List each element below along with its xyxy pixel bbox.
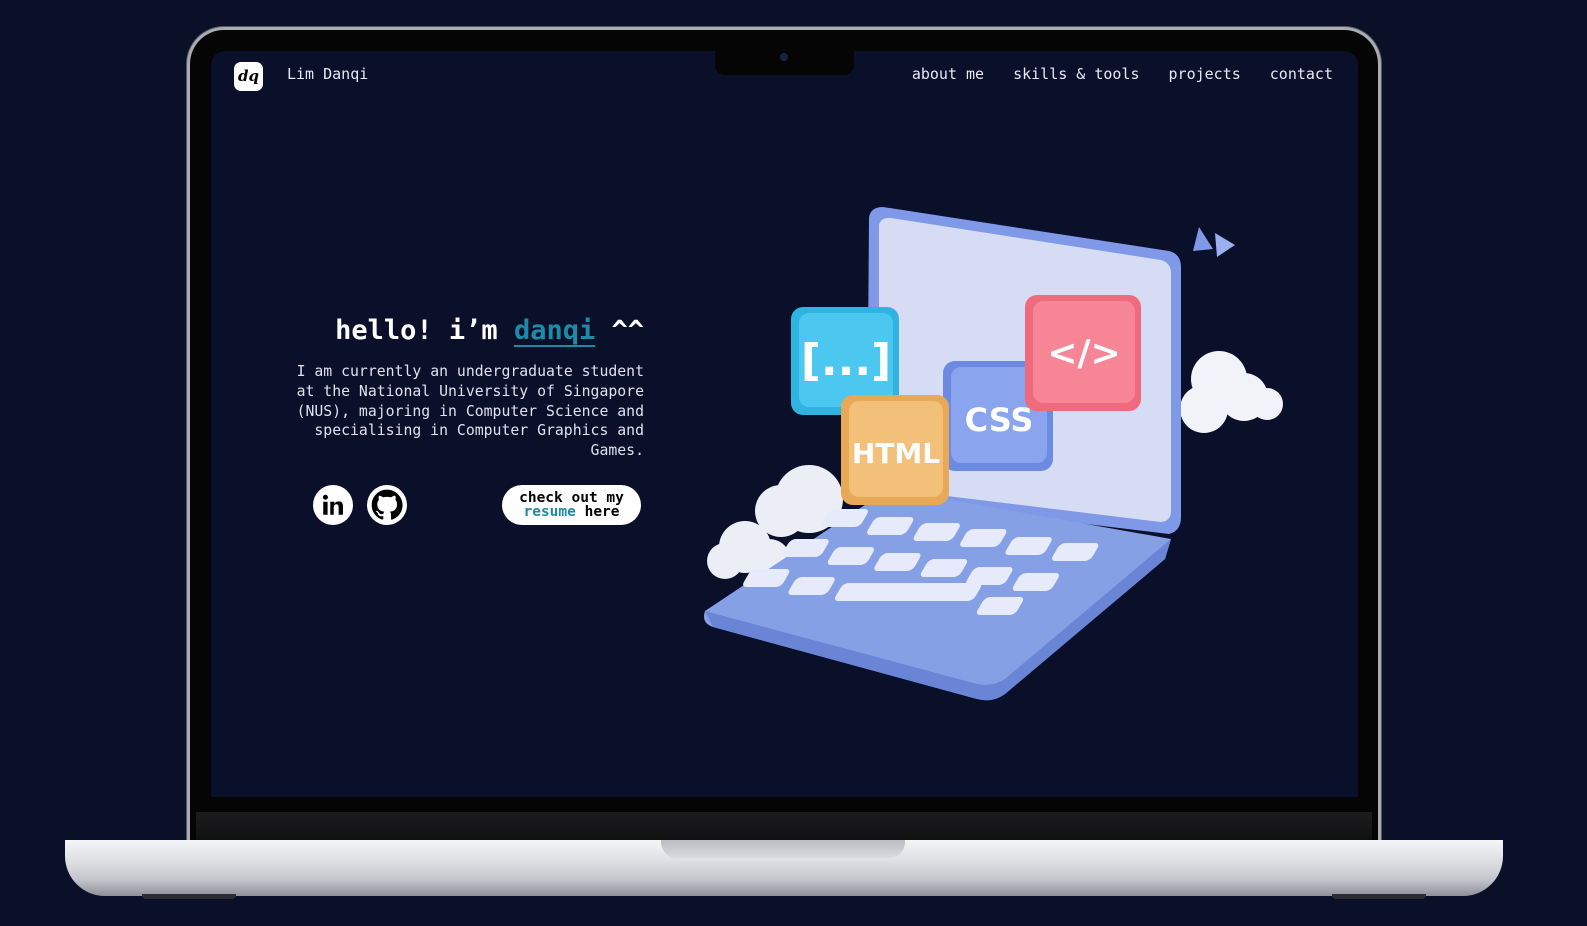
coding-laptop-illustration: [...] CSS HTML </>	[704, 207, 1283, 701]
resume-button-line1: check out my	[519, 489, 624, 506]
svg-text:CSS: CSS	[965, 401, 1034, 439]
nav-link-contact[interactable]: contact	[1270, 65, 1333, 83]
hero-text: hello! i’m danqi ^^ I am currently an un…	[284, 315, 644, 461]
resume-button-rest: here	[575, 504, 620, 520]
intro-paragraph: I am currently an undergraduate student …	[296, 363, 644, 460]
html-tile: HTML	[841, 395, 949, 505]
linkedin-icon[interactable]	[313, 485, 353, 525]
github-icon[interactable]	[367, 485, 407, 525]
svg-text:HTML: HTML	[852, 437, 940, 470]
brand-name[interactable]: Lim Danqi	[287, 65, 368, 83]
top-nav: about me skills & tools projects contact	[912, 65, 1333, 83]
code-tile: </>	[1025, 295, 1141, 411]
nav-link-projects[interactable]: projects	[1169, 65, 1241, 83]
greeting-suffix: ^^	[595, 315, 644, 346]
greeting-prefix: hello! i’m	[335, 315, 514, 346]
svg-text:[...]: [...]	[801, 335, 891, 386]
laptop-hinge	[196, 812, 1372, 842]
svg-text:</>: </>	[1047, 333, 1120, 374]
nav-link-about[interactable]: about me	[912, 65, 984, 83]
hero-heading: hello! i’m danqi ^^	[284, 315, 644, 346]
camera-icon	[780, 53, 788, 61]
laptop-base-notch	[661, 840, 905, 858]
laptop-screen: dq Lim Danqi about me skills & tools pro…	[211, 51, 1358, 797]
cloud-right	[1180, 351, 1283, 433]
nav-link-skills[interactable]: skills & tools	[1013, 65, 1139, 83]
social-links	[313, 485, 407, 525]
confetti-icon	[1193, 227, 1235, 257]
resume-button-line2: resume here	[502, 505, 641, 520]
resume-button[interactable]: check out my resume here	[502, 485, 641, 525]
logo-icon[interactable]: dq	[234, 62, 263, 91]
laptop-foot-right	[1332, 894, 1426, 899]
resume-highlight: resume	[523, 504, 576, 520]
greeting-name: danqi	[513, 315, 596, 346]
laptop-foot-left	[142, 894, 236, 899]
